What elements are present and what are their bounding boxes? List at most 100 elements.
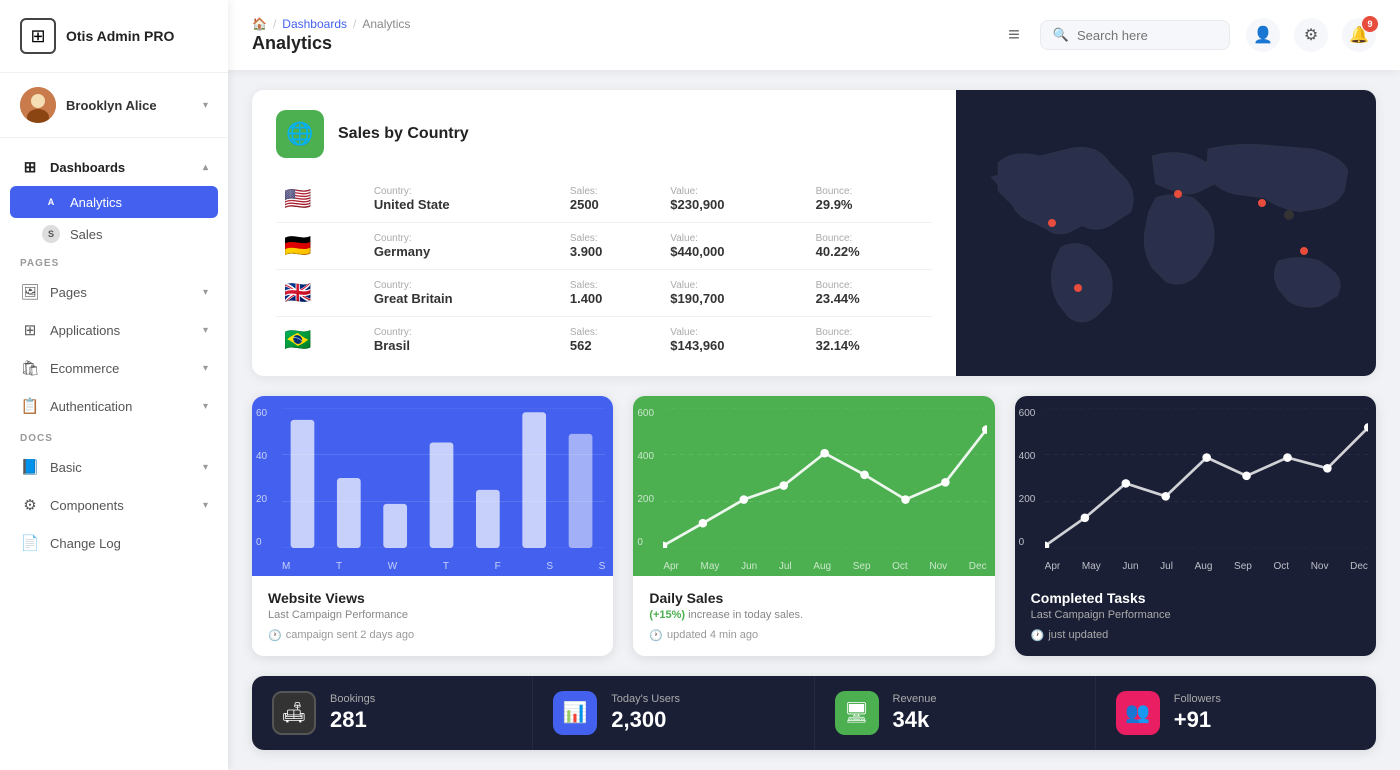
website-views-info: Website Views Last Campaign Performance … [252,576,613,656]
logo-icon: ⊞ [20,18,56,54]
users-label: Today's Users [611,693,680,705]
sidebar-item-label: Dashboards [50,160,193,175]
pages-icon: 🖼 [20,282,40,302]
sidebar-nav: ⊞ Dashboards ▴ A Analytics S Sales PAGES… [0,138,228,770]
sidebar-user[interactable]: Brooklyn Alice ▾ [0,73,228,138]
ecommerce-icon: 🛍 [20,358,40,378]
menu-toggle-button[interactable]: ≡ [1004,20,1024,51]
completed-tasks-subtitle: Last Campaign Performance [1031,609,1360,621]
sidebar-sub-analytics[interactable]: A Analytics [10,186,218,218]
sales-letter: S [42,225,60,243]
search-box[interactable]: 🔍 [1040,20,1230,50]
sidebar-item-components[interactable]: ⚙ Components ▾ [0,486,228,524]
website-views-y-labels: 60 40 20 0 [252,408,267,548]
daily-sales-subtitle: (+15%) increase in today sales. [649,609,978,621]
sidebar-sub-sales-label: Sales [70,227,103,242]
world-map-section [956,90,1376,376]
sidebar-sub-sales[interactable]: S Sales [0,218,228,250]
flag-icon: 🇬🇧 [284,280,311,305]
bookings-value: 281 [330,707,375,733]
authentication-label: Authentication [50,399,193,414]
website-views-x-labels: M T W T F S S [282,561,605,572]
breadcrumb-dashboards[interactable]: Dashboards [282,17,347,31]
breadcrumb: 🏠 / Dashboards / Analytics Analytics [252,17,988,54]
basic-chevron-icon: ▾ [203,462,208,473]
line-chart-svg-green [663,408,986,548]
website-views-subtitle: Last Campaign Performance [268,609,597,621]
components-chevron-icon: ▾ [203,500,208,511]
completed-tasks-meta: 🕐 just updated [1031,629,1360,642]
sidebar-item-pages[interactable]: 🖼 Pages ▾ [0,273,228,311]
clock-icon-2: 🕐 [649,629,663,642]
sidebar-logo: ⊞ Otis Admin PRO [0,0,228,73]
docs-section-label: DOCS [0,425,228,448]
users-icon-box: 📊 [553,691,597,735]
daily-sales-x-labels: Apr May Jun Jul Aug Sep Oct Nov Dec [663,561,986,572]
bottom-stats-row: 🛋 Bookings 281 📊 Today's Users 2,300 🖥 R… [252,676,1376,750]
sales-by-country-title: Sales by Country [338,125,469,143]
website-views-title: Website Views [268,590,597,606]
basic-label: Basic [50,460,193,475]
basic-icon: 📘 [20,457,40,477]
chart-cards-row: 60 40 20 0 [252,396,1376,656]
sidebar-item-basic[interactable]: 📘 Basic ▾ [0,448,228,486]
applications-label: Applications [50,323,193,338]
profile-button[interactable]: 👤 [1246,18,1280,52]
daily-sales-chart: 600 400 200 0 [633,396,994,576]
daily-sales-title: Daily Sales [649,590,978,606]
sidebar-sub-analytics-label: Analytics [70,195,122,210]
flag-icon: 🇺🇸 [284,186,311,211]
followers-icon-box: 👥 [1116,691,1160,735]
revenue-icon-box: 🖥 [835,691,879,735]
completed-tasks-title: Completed Tasks [1031,590,1360,606]
card-header: 🌐 Sales by Country [276,110,932,158]
changelog-icon: 📄 [20,533,40,553]
breadcrumb-analytics: Analytics [362,17,410,31]
pages-section-label: PAGES [0,250,228,273]
website-views-chart: 60 40 20 0 [252,396,613,576]
followers-label: Followers [1174,693,1221,705]
revenue-value: 34k [893,707,937,733]
clock-icon: 🕐 [268,629,282,642]
completed-tasks-info: Completed Tasks Last Campaign Performanc… [1015,576,1376,656]
analytics-letter: A [42,193,60,211]
sidebar-item-changelog[interactable]: 📄 Change Log [0,524,228,562]
flag-icon: 🇧🇷 [284,327,311,352]
sales-table: 🇺🇸 Country:United State Sales:2500 Value… [276,176,932,363]
authentication-icon: 📋 [20,396,40,416]
website-views-card: 60 40 20 0 [252,396,613,656]
sidebar-item-ecommerce[interactable]: 🛍 Ecommerce ▾ [0,349,228,387]
user-chevron-icon: ▾ [203,100,208,111]
completed-tasks-chart: 600 400 200 0 [1015,396,1376,576]
sidebar-item-dashboards[interactable]: ⊞ Dashboards ▴ [0,148,228,186]
table-row: 🇺🇸 Country:United State Sales:2500 Value… [276,176,932,223]
daily-sales-info: Daily Sales (+15%) increase in today sal… [633,576,994,656]
content-area: 🌐 Sales by Country 🇺🇸 Country:United Sta… [228,70,1400,770]
stat-bookings: 🛋 Bookings 281 [252,676,533,750]
changelog-label: Change Log [50,536,208,551]
map-dot-asia3 [1284,210,1294,220]
map-dot-brazil [1074,284,1082,292]
settings-button[interactable]: ⚙ [1294,18,1328,52]
applications-chevron-icon: ▾ [203,325,208,336]
dashboards-chevron-icon: ▴ [203,162,208,173]
profile-icon: 👤 [1253,25,1273,45]
pages-chevron-icon: ▾ [203,287,208,298]
main-area: 🏠 / Dashboards / Analytics Analytics ≡ 🔍… [228,0,1400,770]
table-row: 🇧🇷 Country:Brasil Sales:562 Value:$143,9… [276,317,932,364]
stat-revenue: 🖥 Revenue 34k [815,676,1096,750]
home-icon: 🏠 [252,17,267,31]
sidebar-item-applications[interactable]: ⊞ Applications ▾ [0,311,228,349]
followers-value: +91 [1174,707,1221,733]
sidebar-item-authentication[interactable]: 📋 Authentication ▾ [0,387,228,425]
stat-users: 📊 Today's Users 2,300 [533,676,814,750]
search-input[interactable] [1077,28,1217,43]
notifications-button[interactable]: 🔔 9 [1342,18,1376,52]
breadcrumb-path: 🏠 / Dashboards / Analytics [252,17,988,31]
flag-icon: 🇩🇪 [284,233,311,258]
user-name: Brooklyn Alice [66,98,193,113]
table-row: 🇩🇪 Country:Germany Sales:3.900 Value:$44… [276,223,932,270]
users-value: 2,300 [611,707,680,733]
table-row: 🇬🇧 Country:Great Britain Sales:1.400 Val… [276,270,932,317]
topbar-actions: 👤 ⚙ 🔔 9 [1246,18,1376,52]
